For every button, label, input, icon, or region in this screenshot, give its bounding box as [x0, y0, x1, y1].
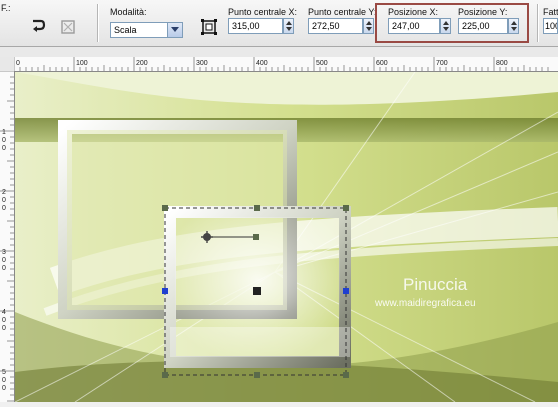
- position-y-label: Posizione Y:: [458, 7, 508, 17]
- position-x-field[interactable]: 247,00: [388, 18, 440, 34]
- center-y-field[interactable]: 272,50: [308, 18, 363, 34]
- mode-value: Scala: [114, 25, 137, 35]
- scale-factor-label: Fatt: [543, 7, 558, 17]
- watermark-name: Pinuccia: [403, 275, 468, 294]
- center-y-stepper[interactable]: [363, 18, 374, 34]
- scale-factor-field[interactable]: 100: [543, 18, 558, 34]
- image-canvas[interactable]: Pinuccia www.maidiregrafica.eu: [15, 72, 558, 402]
- partial-label: F.:: [1, 3, 11, 13]
- center-x-field[interactable]: 315,00: [228, 18, 283, 34]
- rotate-arrow-icon: [33, 19, 46, 32]
- watermark-url: www.maidiregrafica.eu: [374, 298, 476, 309]
- ruler-left-label: 0: [2, 377, 6, 384]
- tool-options-toolbar: F.: Modalità: Scala Punto centrale X: 31…: [0, 0, 558, 47]
- position-x-stepper[interactable]: [440, 18, 451, 34]
- ruler-left-label: 0: [2, 385, 6, 392]
- ruler-left-label: 0: [2, 145, 6, 152]
- ruler-top-label: 600: [376, 60, 388, 67]
- ruler-left-label: 1: [2, 129, 6, 136]
- center-y-label: Punto centrale Y:: [308, 7, 377, 17]
- mode-label: Modalità:: [110, 7, 147, 17]
- ruler-left-label: 0: [2, 317, 6, 324]
- ruler-top-label: 300: [196, 60, 208, 67]
- position-y-stepper[interactable]: [508, 18, 519, 34]
- ruler-top-label: 100: [76, 60, 88, 67]
- ruler-left-label: 0: [2, 257, 6, 264]
- undo-rotate-button[interactable]: [28, 16, 48, 36]
- center-x-label: Punto centrale X:: [228, 7, 298, 17]
- ruler-left-label: 3: [2, 249, 6, 256]
- ruler-top-label: 700: [436, 60, 448, 67]
- ruler-top-label: 200: [136, 60, 148, 67]
- ruler-left-label: 0: [2, 197, 6, 204]
- reset-button[interactable]: [58, 17, 78, 37]
- center-x-stepper[interactable]: [283, 18, 294, 34]
- ruler-corner: [0, 57, 15, 72]
- reset-icon: [61, 20, 75, 34]
- ruler-left-label: 0: [2, 325, 6, 332]
- ruler-top-label: 500: [316, 60, 328, 67]
- vertical-ruler: 100200300400500: [0, 70, 15, 402]
- position-x-label: Posizione X:: [388, 7, 439, 17]
- ruler-left-label: 0: [2, 137, 6, 144]
- chevron-down-icon[interactable]: [167, 23, 182, 37]
- ruler-left-label: 2: [2, 189, 6, 196]
- horizontal-ruler: 0 100 200 300 400 500 600 700 800: [13, 57, 558, 72]
- mode-select[interactable]: Scala: [110, 22, 183, 38]
- ruler-top-label: 0: [16, 60, 20, 67]
- ruler-left-label: 0: [2, 205, 6, 212]
- ruler-left-label: 0: [2, 265, 6, 272]
- position-y-field[interactable]: 225,00: [458, 18, 508, 34]
- ruler-top-label: 800: [496, 60, 508, 67]
- ruler-left-label: 5: [2, 369, 6, 376]
- workspace-gap: [0, 47, 558, 57]
- crosshair-box-icon: [201, 19, 217, 35]
- canvas-artwork: Pinuccia www.maidiregrafica.eu: [15, 72, 558, 402]
- ruler-top-label: 400: [256, 60, 268, 67]
- center-pick-button[interactable]: [199, 17, 219, 37]
- ruler-left-label: 4: [2, 309, 6, 316]
